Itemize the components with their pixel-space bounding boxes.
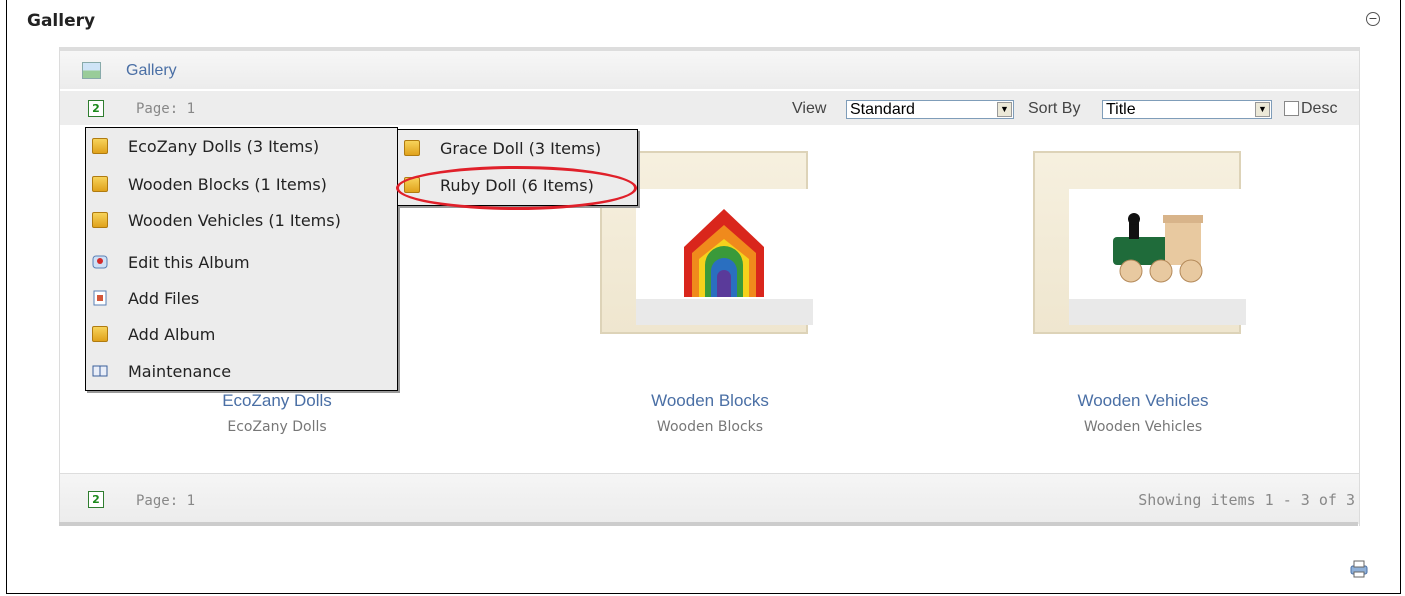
menu-item-label: Edit this Album bbox=[128, 253, 250, 272]
chevron-down-icon[interactable]: ▼ bbox=[997, 102, 1012, 117]
menu-item-label: Add Files bbox=[128, 289, 200, 308]
desc-label: Desc bbox=[1301, 100, 1338, 117]
add-files-icon bbox=[92, 290, 108, 306]
menu-item-add-album[interactable]: Add Album bbox=[86, 318, 397, 352]
edit-album-icon bbox=[92, 254, 108, 270]
album-description: Wooden Blocks bbox=[656, 419, 764, 435]
collapse-icon[interactable]: − bbox=[1366, 12, 1380, 26]
menu-item-label: Wooden Vehicles (1 Items) bbox=[128, 211, 341, 230]
folder-icon bbox=[92, 212, 108, 228]
menu-item-label: Grace Doll (3 Items) bbox=[440, 139, 602, 158]
menu-item-wooden-blocks[interactable]: Wooden Blocks (1 Items) bbox=[86, 168, 397, 202]
wooden-vehicles-photo bbox=[1069, 189, 1246, 299]
bottom-pager-bar: 2 Page: 1 Showing items 1 - 3 of 3 bbox=[60, 473, 1359, 524]
menu-item-edit-album[interactable]: Edit this Album bbox=[86, 246, 397, 280]
album-title[interactable]: Wooden Blocks bbox=[560, 391, 860, 411]
folder-icon bbox=[92, 138, 108, 154]
album-description: EcoZany Dolls bbox=[227, 419, 327, 435]
menu-item-add-files[interactable]: Add Files bbox=[86, 282, 397, 316]
menu-item-label: Wooden Blocks (1 Items) bbox=[128, 175, 327, 194]
breadcrumb-gallery-link[interactable]: Gallery bbox=[126, 62, 177, 80]
menu-item-wooden-vehicles[interactable]: Wooden Vehicles (1 Items) bbox=[86, 204, 397, 238]
refresh-icon[interactable]: 2 bbox=[88, 100, 104, 117]
menu-item-ecozany-dolls[interactable]: EcoZany Dolls (3 Items) bbox=[86, 130, 397, 164]
gallery-image-icon bbox=[82, 62, 101, 79]
view-select[interactable]: Standard ▼ bbox=[846, 100, 1014, 119]
folder-icon bbox=[92, 176, 108, 192]
menu-item-label: Maintenance bbox=[128, 362, 232, 381]
sort-by-select[interactable]: Title ▼ bbox=[1102, 100, 1272, 119]
album-thumbnail[interactable] bbox=[1033, 151, 1246, 334]
folder-icon bbox=[404, 140, 420, 156]
desc-checkbox[interactable] bbox=[1284, 101, 1299, 116]
view-label: View bbox=[792, 100, 827, 117]
view-select-value: Standard bbox=[850, 101, 915, 118]
wooden-blocks-photo bbox=[636, 189, 813, 299]
book-icon bbox=[92, 363, 108, 379]
page-label: Page: 1 bbox=[136, 101, 196, 117]
submenu-item-grace-doll[interactable]: Grace Doll (3 Items) bbox=[398, 132, 637, 166]
top-pager-bar: 2 Page: 1 View Standard ▼ Sort By Title … bbox=[60, 91, 1359, 125]
breadcrumb: Gallery bbox=[60, 47, 1359, 89]
thumbnail-frame bbox=[1069, 189, 1246, 325]
print-icon[interactable] bbox=[1349, 560, 1369, 578]
module-title: Gallery bbox=[27, 11, 96, 31]
chevron-down-icon[interactable]: ▼ bbox=[1255, 102, 1270, 117]
showing-items-count: Showing items 1 - 3 of 3 bbox=[1138, 491, 1355, 509]
folder-icon bbox=[92, 326, 108, 342]
annotation-highlight-ring bbox=[396, 166, 637, 210]
sort-by-label: Sort By bbox=[1028, 100, 1081, 117]
menu-item-label: Add Album bbox=[128, 325, 216, 344]
menu-item-label: EcoZany Dolls (3 Items) bbox=[128, 137, 320, 156]
refresh-icon[interactable]: 2 bbox=[88, 491, 104, 508]
album-title[interactable]: EcoZany Dolls bbox=[127, 391, 427, 411]
sort-by-select-value: Title bbox=[1106, 101, 1136, 118]
menu-item-maintenance[interactable]: Maintenance bbox=[86, 355, 397, 389]
page-label: Page: 1 bbox=[136, 493, 196, 509]
album-title[interactable]: Wooden Vehicles bbox=[993, 391, 1293, 411]
album-description: Wooden Vehicles bbox=[1083, 419, 1203, 435]
thumbnail-frame bbox=[636, 189, 813, 325]
panel-divider bbox=[59, 522, 1358, 526]
album-context-menu: EcoZany Dolls (3 Items) Wooden Blocks (1… bbox=[85, 127, 398, 391]
